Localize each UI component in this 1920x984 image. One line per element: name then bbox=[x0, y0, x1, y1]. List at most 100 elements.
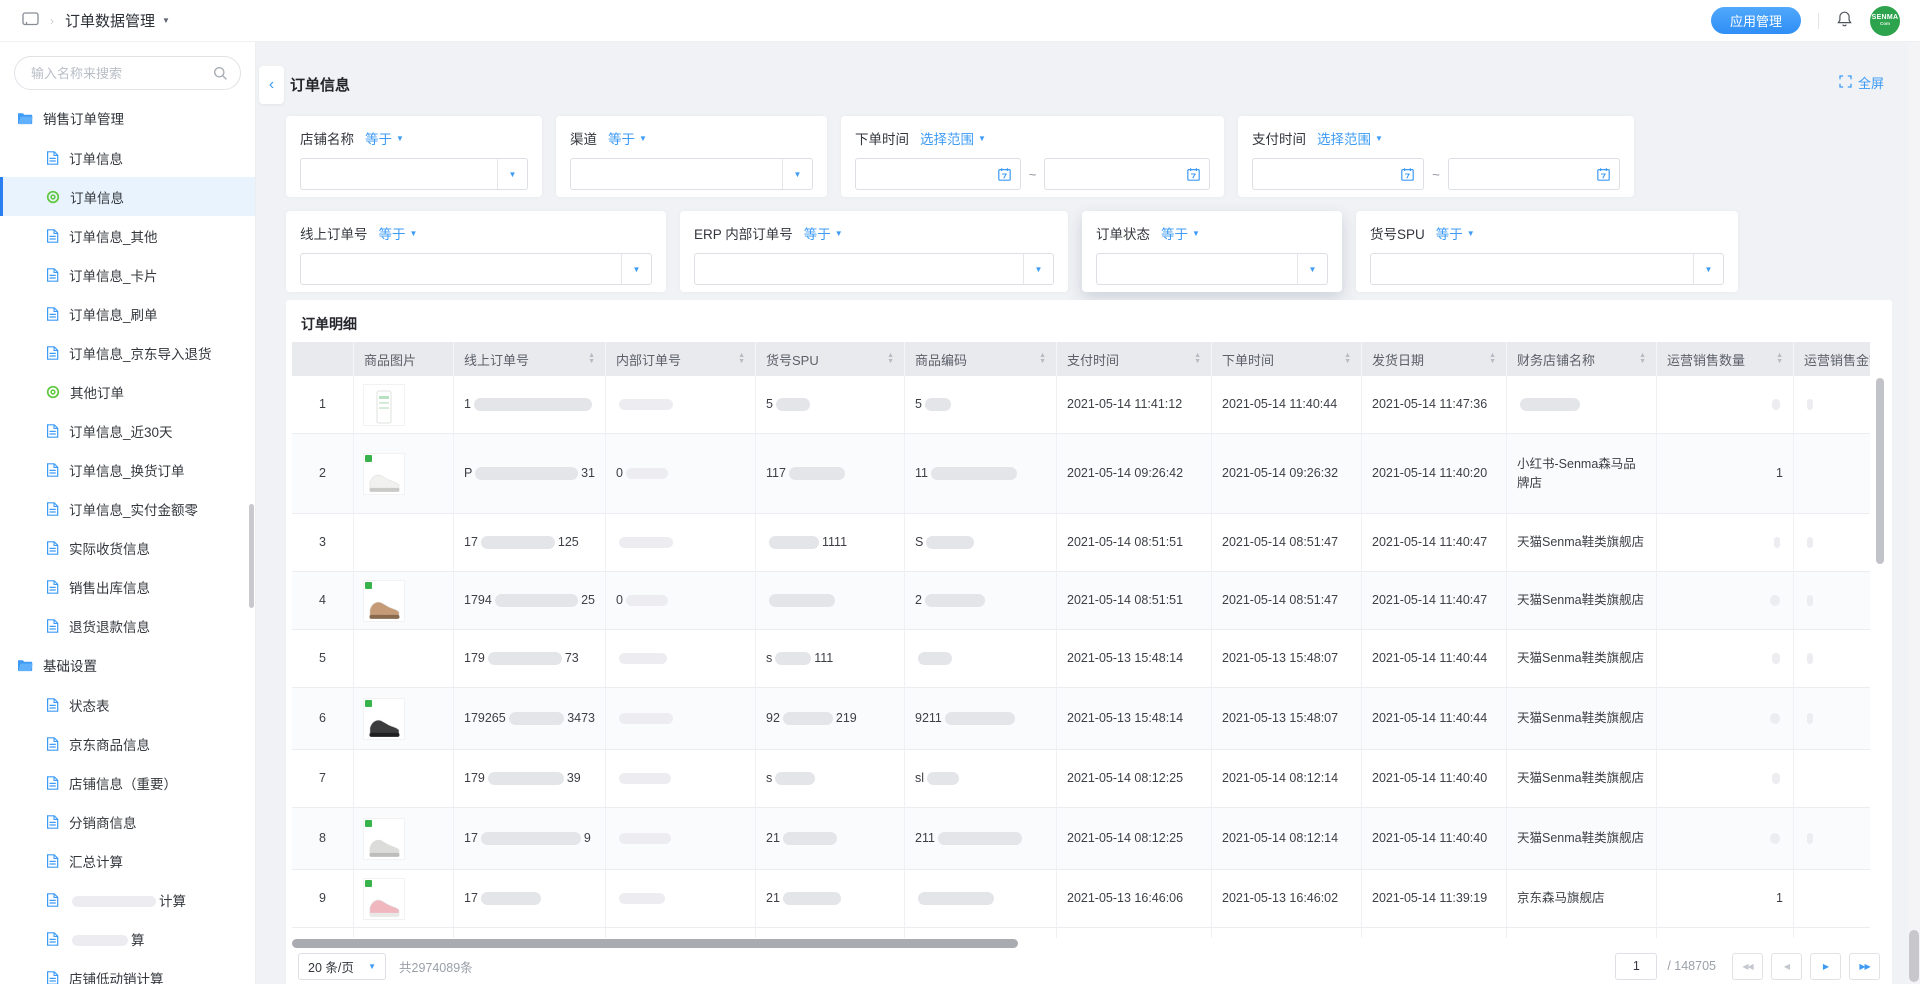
filter-row-1: 店铺名称等于▼▼渠道等于▼▼下单时间选择范围▼~支付时间选择范围▼~ bbox=[286, 116, 1738, 197]
sidebar-item-分销商信息[interactable]: 分销商信息 bbox=[0, 802, 255, 841]
product-thumbnail[interactable] bbox=[364, 581, 404, 621]
sort-icon[interactable]: ▲▼ bbox=[887, 353, 894, 365]
page-number-input[interactable]: 1 bbox=[1615, 953, 1657, 980]
filter-operator-dropdown[interactable]: 等于▼ bbox=[379, 223, 418, 243]
app-manage-button[interactable]: 应用管理 bbox=[1711, 7, 1801, 34]
sort-icon[interactable]: ▲▼ bbox=[1194, 353, 1201, 365]
sidebar-item-订单信息_实付金额零[interactable]: 订单信息_实付金额零 bbox=[0, 489, 255, 528]
column-header-op-sales-qty[interactable]: 运营销售数量▲▼ bbox=[1657, 342, 1794, 376]
filter-operator-dropdown[interactable]: 等于▼ bbox=[804, 223, 843, 243]
breadcrumb-app-title[interactable]: 订单数据管理 ▼ bbox=[65, 10, 170, 31]
table-horizontal-scrollbar-thumb[interactable] bbox=[292, 939, 1018, 948]
sidebar-item-销售出库信息[interactable]: 销售出库信息 bbox=[0, 567, 255, 606]
sidebar-item-实际收货信息[interactable]: 实际收货信息 bbox=[0, 528, 255, 567]
filter-select[interactable]: ▼ bbox=[694, 253, 1054, 285]
sidebar-folder[interactable]: 基础设置 bbox=[0, 645, 255, 685]
filter-operator-dropdown[interactable]: 等于▼ bbox=[365, 128, 404, 148]
sidebar-item-店铺低动销计算[interactable]: 店铺低动销计算 bbox=[0, 958, 255, 984]
window-icon[interactable] bbox=[22, 11, 39, 30]
sidebar-item-订单信息_其他[interactable]: 订单信息_其他 bbox=[0, 216, 255, 255]
sort-icon[interactable]: ▲▼ bbox=[1344, 353, 1351, 365]
search-input[interactable] bbox=[14, 56, 241, 90]
product-thumbnail[interactable] bbox=[364, 385, 404, 425]
column-header-online-order-no[interactable]: 线上订单号▲▼ bbox=[454, 342, 606, 376]
sidebar-item[interactable]: 计算 bbox=[0, 880, 255, 919]
sidebar-item-订单信息_刷单[interactable]: 订单信息_刷单 bbox=[0, 294, 255, 333]
cell-row-index: 5 bbox=[292, 630, 354, 687]
filter-operator-dropdown[interactable]: 等于▼ bbox=[1161, 223, 1200, 243]
column-header-finance-shop-name[interactable]: 财务店铺名称▲▼ bbox=[1507, 342, 1657, 376]
sidebar-item-订单信息[interactable]: 订单信息 bbox=[0, 177, 255, 216]
sort-icon[interactable]: ▲▼ bbox=[1039, 353, 1046, 365]
product-thumbnail[interactable] bbox=[364, 699, 404, 739]
sidebar-item-退货退款信息[interactable]: 退货退款信息 bbox=[0, 606, 255, 645]
sidebar-item-订单信息_换货订单[interactable]: 订单信息_换货订单 bbox=[0, 450, 255, 489]
date-input[interactable] bbox=[1252, 158, 1424, 190]
date-input[interactable] bbox=[1448, 158, 1620, 190]
product-thumbnail[interactable] bbox=[364, 819, 404, 859]
fullscreen-button[interactable]: 全屏 bbox=[1839, 73, 1884, 92]
sort-icon[interactable]: ▲▼ bbox=[588, 353, 595, 365]
sidebar-scrollbar-thumb[interactable] bbox=[249, 504, 254, 608]
document-icon bbox=[46, 698, 59, 712]
cell-internal-order-no bbox=[606, 376, 756, 433]
filter-operator-dropdown[interactable]: 等于▼ bbox=[1436, 223, 1475, 243]
first-page-button[interactable]: ◀◀ bbox=[1732, 953, 1763, 980]
sidebar-item-汇总计算[interactable]: 汇总计算 bbox=[0, 841, 255, 880]
sidebar-item-京东商品信息[interactable]: 京东商品信息 bbox=[0, 724, 255, 763]
filter-select[interactable]: ▼ bbox=[1096, 253, 1328, 285]
cell-order-time: 2021-05-13 16:46:02 bbox=[1212, 870, 1362, 927]
filter-operator-dropdown[interactable]: 选择范围▼ bbox=[1317, 128, 1383, 148]
cell-op-sales-amount bbox=[1794, 630, 1870, 687]
filter-select[interactable]: ▼ bbox=[300, 253, 652, 285]
sidebar-folder[interactable]: 销售订单管理 bbox=[0, 98, 255, 138]
next-page-button[interactable]: ▶ bbox=[1810, 953, 1841, 980]
filter-card-渠道: 渠道等于▼▼ bbox=[556, 116, 827, 197]
sort-icon[interactable]: ▲▼ bbox=[1776, 353, 1783, 365]
sidebar-item-订单信息[interactable]: 订单信息 bbox=[0, 138, 255, 177]
date-input[interactable] bbox=[855, 158, 1021, 190]
page-size-select[interactable]: 20 条/页 ▼ bbox=[298, 953, 386, 980]
filter-operator-dropdown[interactable]: 选择范围▼ bbox=[920, 128, 986, 148]
redacted-blob bbox=[481, 832, 581, 845]
column-header-pay-time[interactable]: 支付时间▲▼ bbox=[1057, 342, 1212, 376]
sort-icon[interactable]: ▲▼ bbox=[1489, 353, 1496, 365]
sort-icon[interactable]: ▲▼ bbox=[1639, 353, 1646, 365]
sidebar-item-订单信息_近30天[interactable]: 订单信息_近30天 bbox=[0, 411, 255, 450]
filter-select[interactable]: ▼ bbox=[300, 158, 528, 190]
cell-finance-shop-name: 天猫Senma鞋类旗舰店 bbox=[1507, 630, 1657, 687]
sidebar-item-其他订单[interactable]: 其他订单 bbox=[0, 372, 255, 411]
sort-icon[interactable]: ▲▼ bbox=[738, 353, 745, 365]
filter-select[interactable]: ▼ bbox=[570, 158, 813, 190]
sidebar-item-订单信息_京东导入退货[interactable]: 订单信息_京东导入退货 bbox=[0, 333, 255, 372]
product-thumbnail[interactable] bbox=[364, 454, 404, 494]
column-header-product-code[interactable]: 商品编码▲▼ bbox=[905, 342, 1057, 376]
redacted-blob bbox=[481, 892, 541, 905]
sidebar-item-订单信息_卡片[interactable]: 订单信息_卡片 bbox=[0, 255, 255, 294]
product-thumbnail[interactable] bbox=[364, 879, 404, 919]
table-vertical-scrollbar-thumb[interactable] bbox=[1876, 378, 1884, 564]
avatar[interactable]: SENMA Com bbox=[1870, 6, 1900, 36]
column-header-spu[interactable]: 货号SPU▲▼ bbox=[756, 342, 905, 376]
column-header-internal-order-no[interactable]: 内部订单号▲▼ bbox=[606, 342, 756, 376]
cell-internal-order-no: 0 bbox=[606, 434, 756, 513]
prev-page-button[interactable]: ◀ bbox=[1771, 953, 1802, 980]
filter-select[interactable]: ▼ bbox=[1370, 253, 1724, 285]
column-header-order-time[interactable]: 下单时间▲▼ bbox=[1212, 342, 1362, 376]
product-photo bbox=[367, 464, 401, 494]
filter-operator-dropdown[interactable]: 等于▼ bbox=[608, 128, 647, 148]
sidebar-item-状态表[interactable]: 状态表 bbox=[0, 685, 255, 724]
page-scrollbar-thumb[interactable] bbox=[1909, 930, 1919, 982]
sidebar-item[interactable]: 算 bbox=[0, 919, 255, 958]
sidebar-item-店铺信息（重要）[interactable]: 店铺信息（重要） bbox=[0, 763, 255, 802]
column-header-ship-date[interactable]: 发货日期▲▼ bbox=[1362, 342, 1507, 376]
brand-badge-icon bbox=[365, 455, 372, 462]
redacted-blob bbox=[619, 653, 667, 664]
date-input[interactable] bbox=[1044, 158, 1210, 190]
table-row: 917212021-05-13 16:46:062021-05-13 16:46… bbox=[292, 870, 1870, 928]
redacted-blob bbox=[619, 713, 673, 724]
last-page-button[interactable]: ▶▶ bbox=[1849, 953, 1880, 980]
target-icon bbox=[46, 190, 60, 204]
bell-icon[interactable] bbox=[1836, 10, 1853, 31]
collapse-back-button[interactable]: ‹ bbox=[259, 66, 284, 104]
